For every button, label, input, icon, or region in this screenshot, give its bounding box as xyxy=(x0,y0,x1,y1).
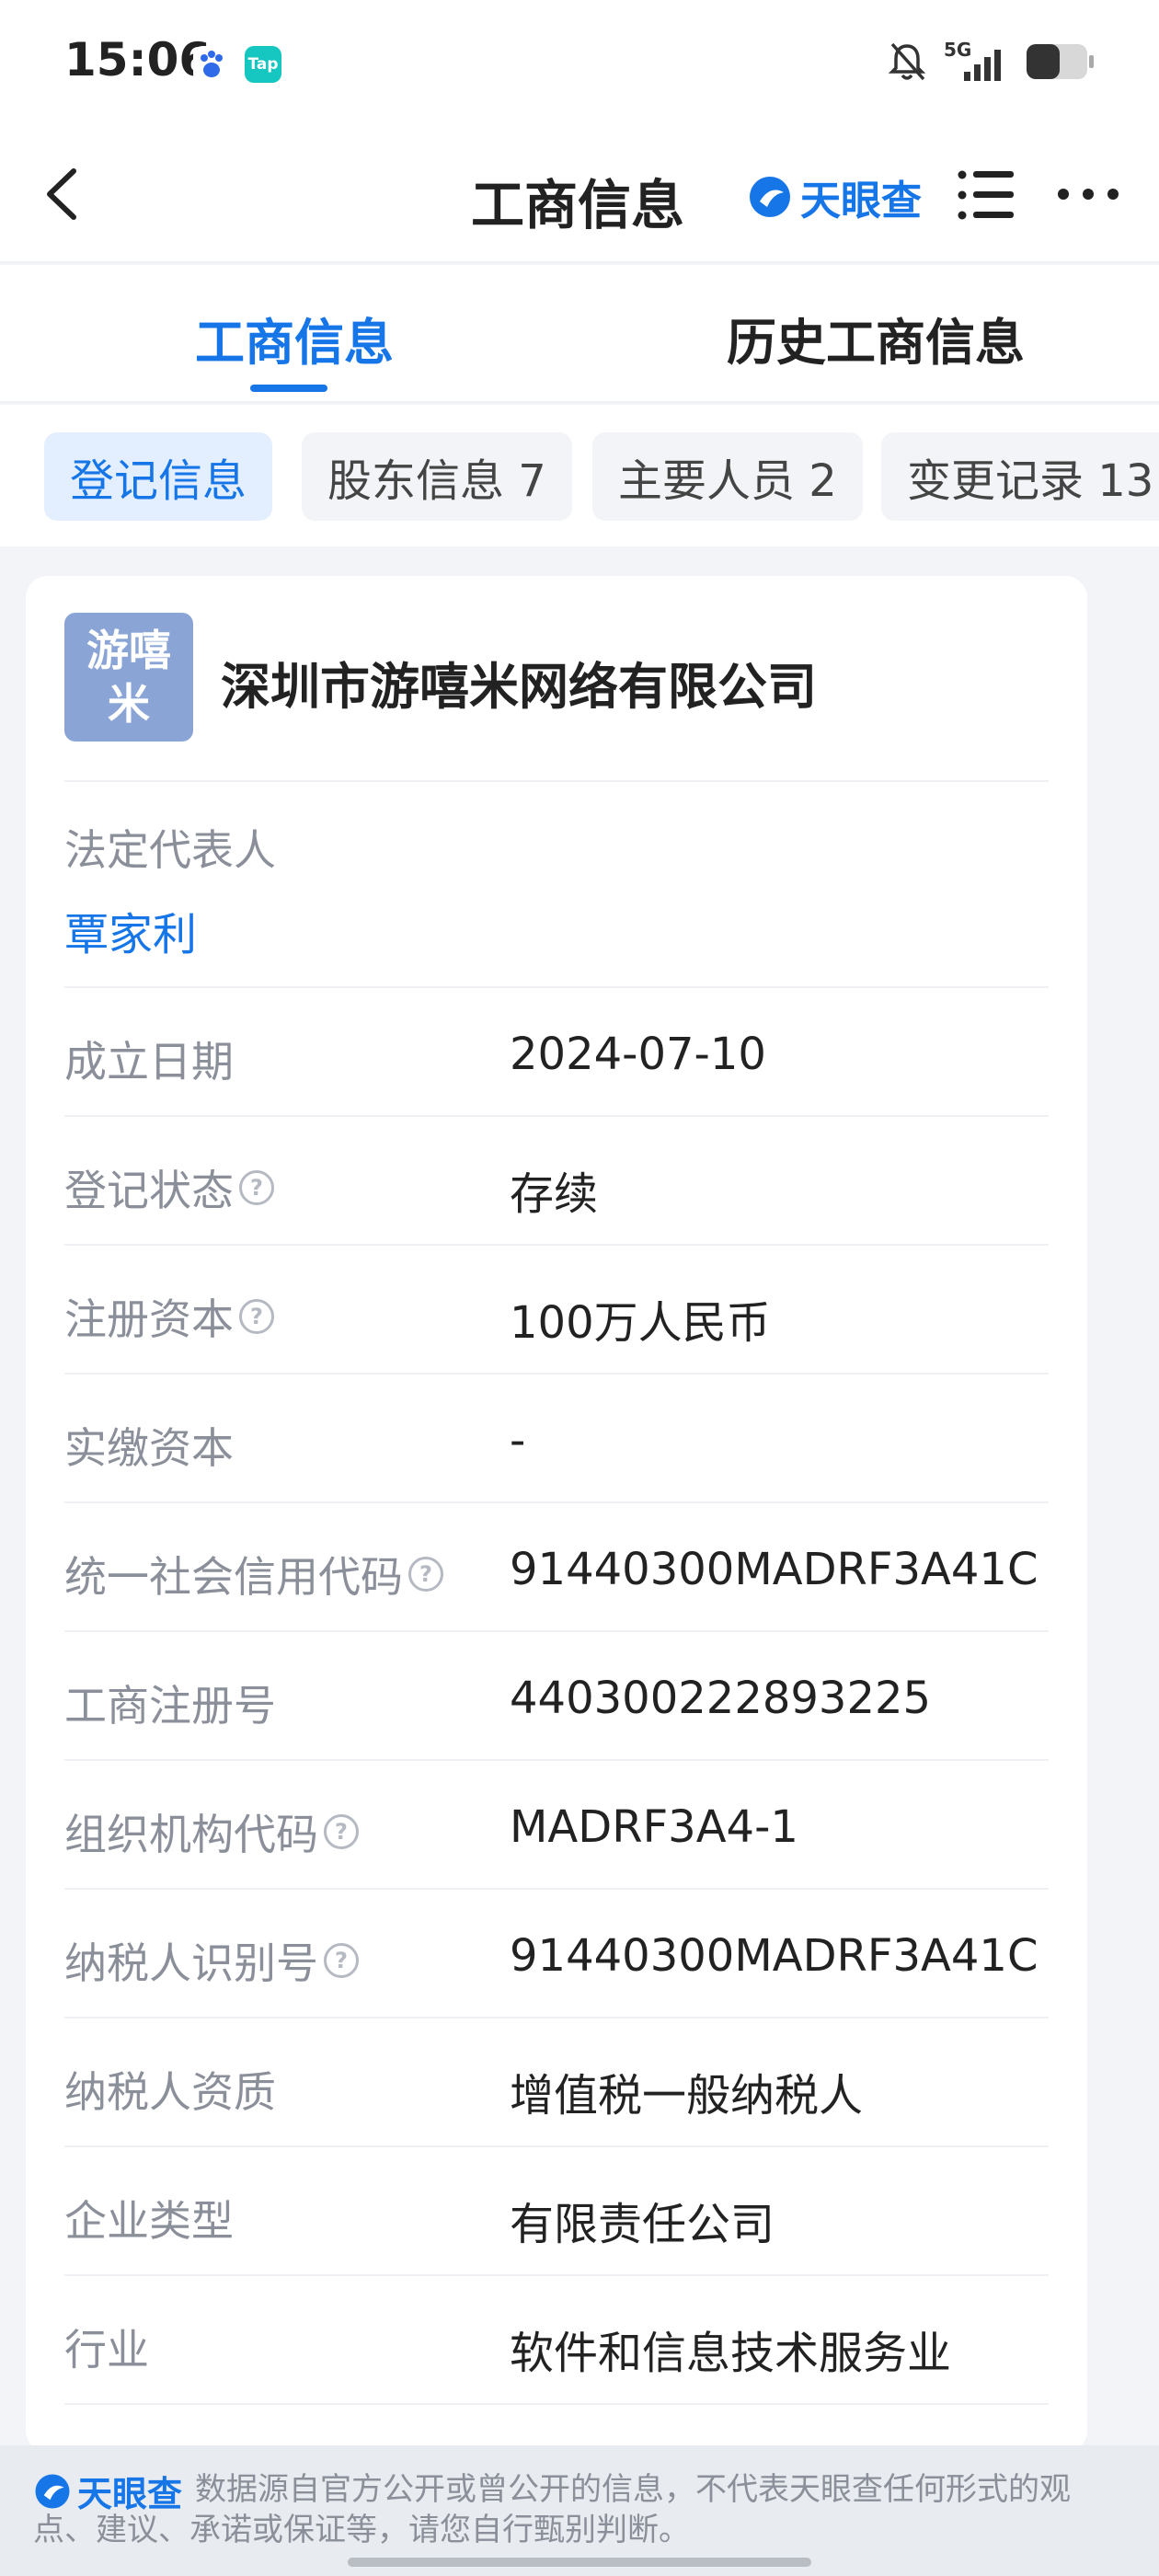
info-row-label-text: 成立日期 xyxy=(64,1037,234,1087)
info-row-label: 纳税人资质 xyxy=(64,2059,276,2120)
info-row-label: 注册资本? xyxy=(64,1286,274,1347)
company-logo-line2: 米 xyxy=(108,679,150,729)
status-indicators: 5G xyxy=(887,39,1095,85)
info-row: 行业 软件和信息技术服务业 xyxy=(26,2276,1087,2405)
list-icon[interactable] xyxy=(957,167,1014,223)
legal-rep-link[interactable]: 覃家利 xyxy=(64,898,197,962)
info-row: 注册资本? 100万人民币 xyxy=(26,1246,1087,1374)
info-row: 工商注册号 440300222893225 xyxy=(26,1632,1087,1761)
tab-business-info[interactable]: 工商信息 xyxy=(195,302,394,374)
page-title: 工商信息 xyxy=(471,174,685,236)
main-tabs: 工商信息 历史工商信息 xyxy=(0,265,1159,403)
info-row: 纳税人资质 增值税一般纳税人 xyxy=(26,2018,1087,2147)
help-circle-icon[interactable]: ? xyxy=(324,1943,359,1978)
info-row-label-text: 企业类型 xyxy=(64,2196,234,2246)
back-arrow-icon[interactable] xyxy=(37,162,92,226)
info-row-label: 纳税人识别号? xyxy=(64,1930,359,1991)
info-row-label: 行业 xyxy=(64,2317,149,2377)
company-name: 深圳市游嘻米网络有限公司 xyxy=(221,658,817,716)
baidu-app-icon xyxy=(193,46,230,83)
info-row-value: 440300222893225 xyxy=(510,1673,932,1724)
info-row-value: 软件和信息技术服务业 xyxy=(510,2328,952,2379)
info-row: 统一社会信用代码? 91440300MADRF3A41C xyxy=(26,1503,1087,1632)
info-row: 成立日期 2024-07-10 xyxy=(26,988,1087,1117)
info-row-value: 91440300MADRF3A41C xyxy=(510,1930,1039,1982)
help-circle-icon[interactable]: ? xyxy=(324,1814,359,1849)
info-row-label-text: 统一社会信用代码 xyxy=(64,1552,403,1602)
sub-tabs: 登记信息 股东信息 7 主要人员 2 变更记录 13 xyxy=(0,405,1159,546)
info-row: 组织机构代码? MADRF3A4-1 xyxy=(26,1761,1087,1890)
info-row-label-text: 实缴资本 xyxy=(64,1423,234,1473)
info-row-value: 91440300MADRF3A41C xyxy=(510,1544,1039,1595)
info-row-label: 工商注册号 xyxy=(64,1673,276,1733)
tap-app-icon: Tap xyxy=(245,46,281,83)
tab-history-business-info[interactable]: 历史工商信息 xyxy=(727,302,1025,374)
divider xyxy=(64,2403,1049,2405)
info-row-label: 组织机构代码? xyxy=(64,1801,359,1862)
info-row-value: - xyxy=(510,1415,526,1466)
help-circle-icon[interactable]: ? xyxy=(239,1299,274,1334)
info-row-value: 增值税一般纳税人 xyxy=(510,2070,864,2122)
info-row-label: 企业类型 xyxy=(64,2188,234,2248)
chip-key-personnel[interactable]: 主要人员 2 xyxy=(592,432,863,521)
footer-disclaimer: 天眼查 数据源自官方公开或曾公开的信息，不代表天眼查任何形式的观点、建议、承诺或… xyxy=(0,2445,1159,2576)
info-row-label: 统一社会信用代码? xyxy=(64,1544,443,1604)
legal-rep-label: 法定代表人 xyxy=(64,825,276,875)
more-icon[interactable] xyxy=(1056,182,1120,206)
status-time: 15:06 xyxy=(64,33,212,86)
info-row: 实缴资本 - xyxy=(26,1374,1087,1503)
nav-bar: 工商信息 天眼查 xyxy=(0,125,1159,263)
info-row-label-text: 纳税人资质 xyxy=(64,2067,276,2117)
mute-bell-icon xyxy=(888,42,926,81)
info-row: 登记状态? 存续 xyxy=(26,1117,1087,1246)
signal-icon: 5G xyxy=(944,39,1008,85)
chip-change-records[interactable]: 变更记录 13 xyxy=(881,432,1159,521)
info-row: 纳税人识别号? 91440300MADRF3A41C xyxy=(26,1890,1087,2018)
company-logo-line1: 游嘻 xyxy=(86,626,171,675)
home-indicator[interactable] xyxy=(348,2558,811,2567)
info-row-label: 实缴资本 xyxy=(64,1415,234,1476)
info-row: 企业类型 有限责任公司 xyxy=(26,2147,1087,2276)
chip-registration-info[interactable]: 登记信息 xyxy=(44,432,273,521)
help-circle-icon[interactable]: ? xyxy=(408,1557,443,1592)
divider xyxy=(64,780,1049,782)
info-row-value: 有限责任公司 xyxy=(510,2199,775,2250)
tianyancha-logo-icon xyxy=(750,177,790,217)
disclaimer-text: 数据源自官方公开或曾公开的信息，不代表天眼查任何形式的观点、建议、承诺或保证等，… xyxy=(33,2471,1071,2548)
info-row-value: MADRF3A4-1 xyxy=(510,1801,798,1853)
info-row-label: 登记状态? xyxy=(64,1157,274,1218)
info-row-value: 存续 xyxy=(510,1168,599,1220)
info-row-label-text: 纳税人识别号 xyxy=(64,1938,318,1988)
info-card: 游嘻 米 深圳市游嘻米网络有限公司 法定代表人 覃家利 成立日期 2024-07-… xyxy=(26,576,1087,2453)
info-row-label-text: 登记状态 xyxy=(64,1166,234,1215)
info-row-value: 2024-07-10 xyxy=(510,1029,766,1080)
info-row-label: 成立日期 xyxy=(64,1029,234,1089)
chip-shareholders[interactable]: 股东信息 7 xyxy=(302,432,572,521)
company-logo: 游嘻 米 xyxy=(64,613,193,742)
info-row-label-text: 注册资本 xyxy=(64,1294,234,1344)
info-row-label-text: 组织机构代码 xyxy=(64,1810,318,1859)
brand-logo: 天眼查 xyxy=(747,167,922,226)
tab-indicator xyxy=(250,385,327,392)
battery-icon xyxy=(1027,44,1094,79)
tap-app-label: Tap xyxy=(247,55,279,74)
help-circle-icon[interactable]: ? xyxy=(239,1170,274,1205)
status-bar: 15:06 Tap 5G xyxy=(0,0,1159,125)
info-row-label-text: 行业 xyxy=(64,2325,149,2375)
info-row-label-text: 工商注册号 xyxy=(64,1681,276,1731)
brand-name: 天眼查 xyxy=(800,178,922,224)
info-row-value: 100万人民币 xyxy=(510,1297,771,1349)
